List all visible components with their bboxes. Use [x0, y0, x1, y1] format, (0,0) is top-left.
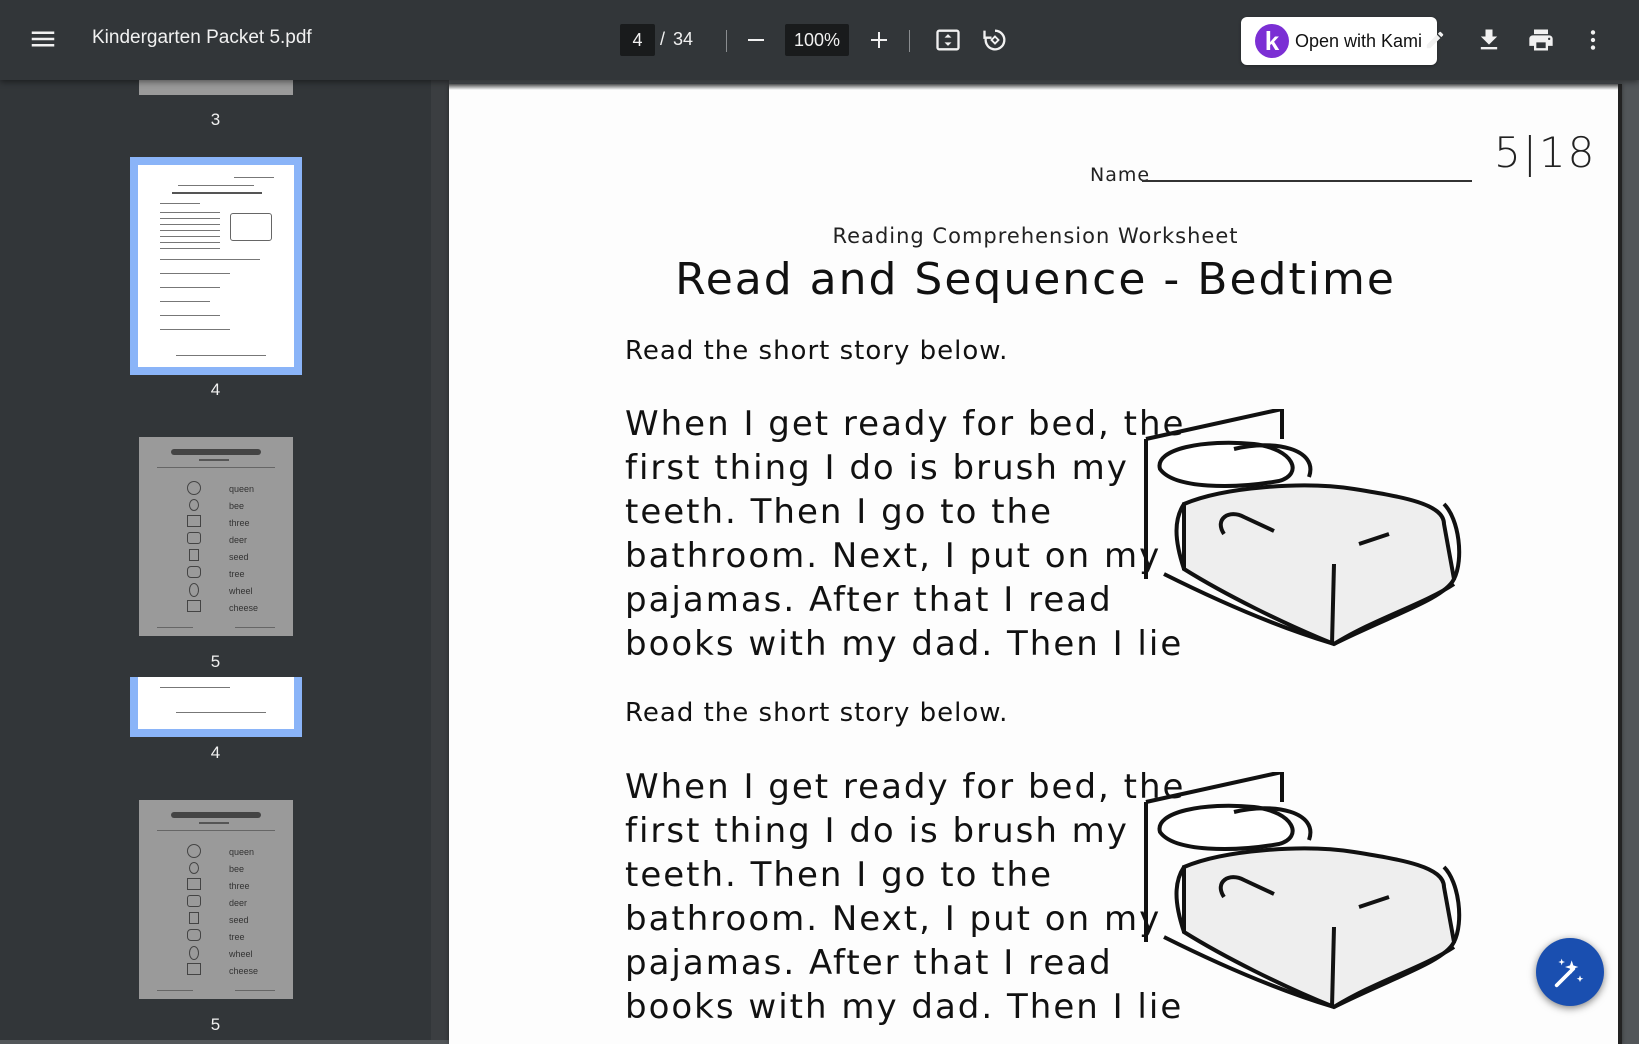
rotate-icon[interactable] — [977, 22, 1013, 58]
mini-word: seed — [229, 915, 249, 925]
open-with-kami-button[interactable]: k Open with Kami — [1241, 17, 1437, 65]
magic-wand-fab-button[interactable] — [1536, 938, 1604, 1006]
total-pages: 34 — [673, 29, 694, 49]
story-line: pajamas. After that I read — [625, 580, 1113, 620]
story-line: teeth. Then I go to the — [625, 492, 1054, 532]
mini-word: bee — [229, 864, 245, 874]
mini-word: deer — [229, 535, 248, 545]
document-title: Kindergarten Packet 5.pdf — [92, 27, 312, 48]
zoom-in-icon[interactable] — [861, 22, 897, 58]
story-line: books with my dad. Then I lie — [625, 624, 1184, 664]
mini-word: cheese — [229, 966, 259, 976]
mini-word: three — [229, 518, 250, 528]
mini-word: tree — [229, 569, 245, 579]
sidebar-scrollbar-gutter[interactable] — [431, 80, 449, 1040]
download-icon[interactable] — [1471, 22, 1507, 58]
thumbnail-page-5-duplicate[interactable]: queen bee three deer seed tree wheel che… — [139, 800, 293, 999]
name-underline — [1142, 180, 1472, 182]
mini-word: three — [229, 881, 250, 891]
mini-word: cheese — [229, 603, 259, 613]
toolbar-divider — [726, 30, 727, 52]
thumbnail-label: 5 — [210, 652, 221, 671]
thumbnail-sidebar: 3 4 queen bee three deer seed tree wheel… — [0, 80, 431, 1040]
print-icon[interactable] — [1523, 22, 1559, 58]
thumbnail-image — [138, 677, 294, 729]
thumbnail-image: queen bee three deer seed tree wheel che… — [139, 437, 293, 636]
zoom-out-icon[interactable] — [738, 22, 774, 58]
bed-illustration — [1144, 772, 1462, 1010]
thumbnail-page-4-selected[interactable] — [130, 157, 302, 375]
magic-wand-icon — [1554, 958, 1584, 988]
story-line: first thing I do is brush my — [625, 448, 1129, 488]
thumbnail-label: 3 — [210, 110, 221, 129]
handwritten-date: 5|18 — [1494, 128, 1597, 177]
more-vert-icon[interactable] — [1575, 22, 1611, 58]
story-line: When I get ready for bed, the — [625, 767, 1186, 807]
thumbnail-page-3[interactable] — [139, 80, 293, 95]
bed-illustration — [1144, 409, 1462, 647]
edit-icon[interactable] — [1424, 22, 1446, 58]
kami-logo-icon: k — [1255, 24, 1289, 58]
story-line: books with my dad. Then I lie — [625, 987, 1184, 1027]
zoom-input[interactable]: 100% — [785, 24, 849, 56]
thumbnail-image: queen bee three deer seed tree wheel che… — [139, 800, 293, 999]
current-page-input[interactable]: 4 — [620, 24, 655, 56]
thumbnail-page-4-duplicate[interactable] — [130, 677, 302, 737]
menu-icon[interactable] — [28, 24, 64, 56]
name-label: Name — [1090, 164, 1151, 186]
story-line: pajamas. After that I read — [625, 943, 1113, 983]
thumbnail-label: 5 — [210, 1015, 221, 1034]
mini-word: deer — [229, 898, 248, 908]
thumbnail-image — [138, 165, 294, 367]
story-line: teeth. Then I go to the — [625, 855, 1054, 895]
worksheet-subtitle: Reading Comprehension Worksheet — [832, 224, 1239, 248]
instruction-text: Read the short story below. — [625, 336, 1009, 366]
story-line: bathroom. Next, I put on my — [625, 899, 1162, 939]
story-line: bathroom. Next, I put on my — [625, 536, 1162, 576]
pdf-page: Name 5|18 Reading Comprehension Workshee… — [449, 84, 1622, 1044]
fit-page-icon[interactable] — [930, 22, 966, 58]
mini-word: seed — [229, 552, 249, 562]
thumbnail-label: 4 — [210, 743, 221, 762]
instruction-text: Read the short story below. — [625, 698, 1009, 728]
mini-word: bee — [229, 501, 245, 511]
mini-word: queen — [229, 484, 255, 494]
thumbnail-label: 4 — [210, 380, 221, 399]
story-line: first thing I do is brush my — [625, 811, 1129, 851]
thumbnail-image — [139, 80, 293, 95]
worksheet-title: Read and Sequence - Bedtime — [675, 254, 1396, 305]
page-separator: / — [660, 29, 666, 49]
mini-word: wheel — [229, 586, 253, 596]
mini-word: wheel — [229, 949, 253, 959]
mini-word: queen — [229, 847, 255, 857]
story-line: When I get ready for bed, the — [625, 404, 1186, 444]
scan-edge — [449, 84, 1622, 90]
thumbnail-page-5[interactable]: queen bee three deer seed tree wheel che… — [139, 437, 293, 636]
kami-button-label: Open with Kami — [1295, 30, 1423, 51]
pdf-toolbar: Kindergarten Packet 5.pdf 4 / 34 100% k … — [0, 0, 1639, 80]
toolbar-divider — [909, 30, 910, 52]
mini-word: tree — [229, 932, 245, 942]
